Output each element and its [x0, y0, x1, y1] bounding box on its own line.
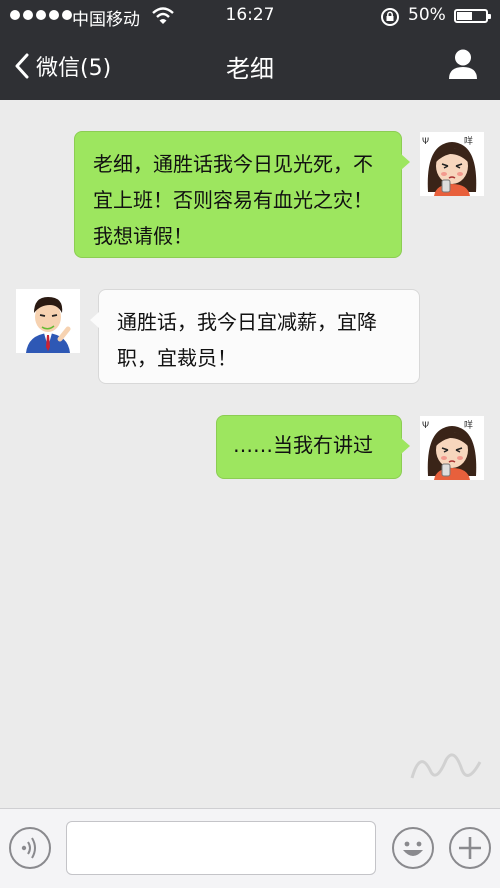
status-bar: 中国移动 16:27 50% — [0, 0, 500, 32]
plus-icon — [459, 837, 481, 859]
cartoon-girl-avatar-icon: 咩 Ψ — [420, 132, 484, 196]
emoji-button[interactable] — [392, 827, 434, 869]
cartoon-girl-avatar-icon: 咩 Ψ — [420, 416, 484, 480]
message-bubble-received[interactable]: 通胜话，我今日宜减薪，宜降职，宜裁员！ — [90, 289, 420, 384]
person-icon[interactable] — [448, 48, 478, 80]
voice-button[interactable] — [9, 827, 51, 869]
nav-bar: 微信(5) 老细 — [0, 32, 500, 100]
chat-title: 老细 — [226, 55, 274, 83]
input-bar — [0, 808, 500, 888]
battery-percent: 50% — [408, 5, 446, 25]
message-text: 老细，通胜话我今日见光死，不宜上班！否则容易有血光之灾！我想请假！ — [93, 152, 373, 248]
message-text: ……当我冇讲过 — [233, 433, 373, 457]
my-avatar[interactable]: 咩 Ψ — [420, 416, 484, 480]
svg-text:咩: 咩 — [464, 419, 473, 431]
message-bubble-sent[interactable]: 老细，通胜话我今日见光死，不宜上班！否则容易有血光之灾！我想请假！ — [74, 131, 410, 258]
svg-text:Ψ: Ψ — [422, 137, 429, 147]
voice-icon — [21, 837, 36, 859]
emoji-icon — [403, 841, 423, 856]
svg-text:Ψ: Ψ — [422, 421, 429, 431]
message-bubble-sent[interactable]: ……当我冇讲过 — [216, 415, 410, 479]
boss-avatar[interactable] — [16, 289, 80, 353]
message-input[interactable] — [66, 821, 376, 875]
more-button[interactable] — [449, 827, 491, 869]
message-list[interactable]: 老细，通胜话我今日见光死，不宜上班！否则容易有血光之灾！我想请假！ 咩 Ψ 通胜… — [0, 100, 500, 808]
cartoon-man-avatar-icon — [16, 289, 80, 353]
my-avatar[interactable]: 咩 Ψ — [420, 132, 484, 196]
battery-icon — [454, 9, 491, 23]
svg-text:咩: 咩 — [464, 135, 473, 147]
watermark-logo — [410, 753, 482, 779]
rotation-lock-icon — [381, 8, 399, 26]
message-text: 通胜话，我今日宜减薪，宜降职，宜裁员！ — [117, 310, 377, 370]
